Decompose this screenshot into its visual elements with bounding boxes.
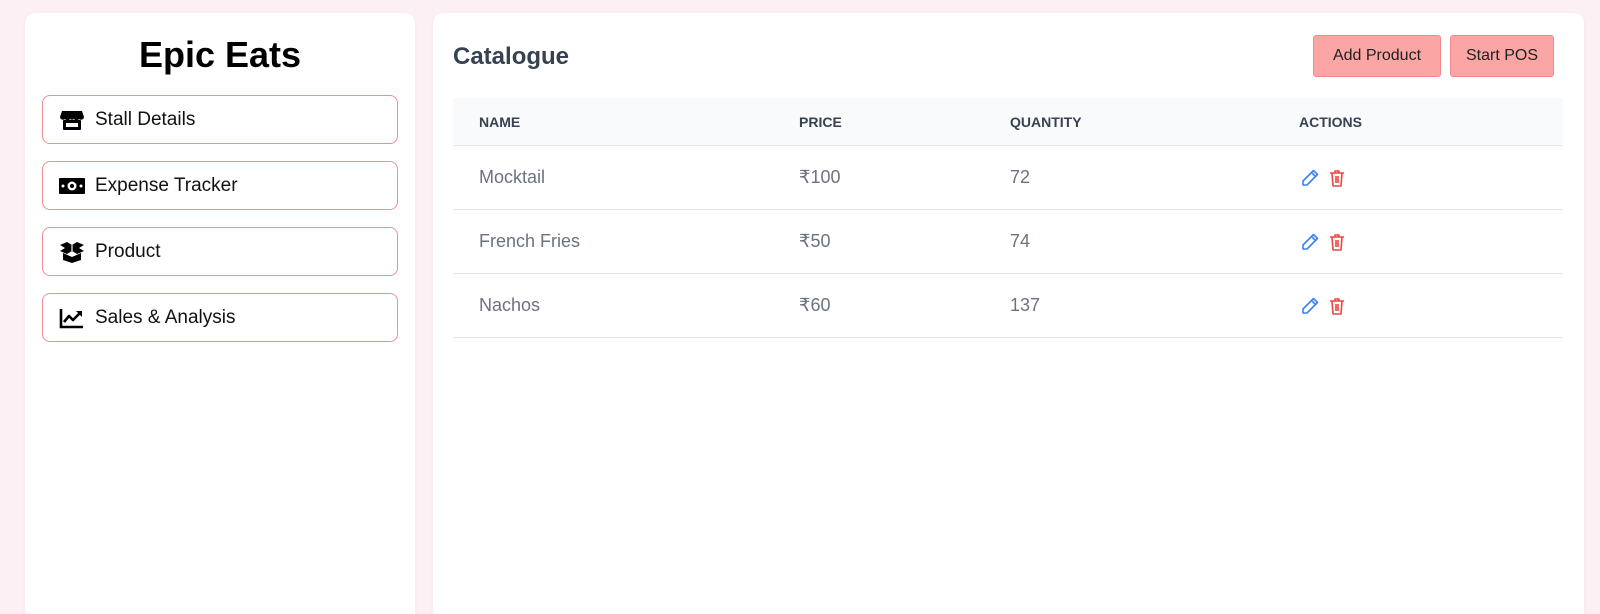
row-actions [1299, 167, 1563, 189]
table-row: French Fries ₹50 74 [453, 210, 1563, 274]
column-header-price: PRICE [799, 113, 842, 130]
main-panel: Catalogue Add Product Start POS NAME PRI… [433, 13, 1584, 614]
product-name: Nachos [479, 295, 541, 315]
edit-pencil-icon[interactable] [1299, 231, 1321, 253]
brand-title: Epic Eats [138, 34, 302, 75]
main-header: Catalogue Add Product Start POS [433, 13, 1584, 98]
delete-trash-icon[interactable] [1326, 167, 1348, 189]
app-root: Epic Eats Stall Details Expense Tracker … [0, 0, 1600, 614]
sidebar-item-label: Expense Tracker [95, 174, 238, 196]
sidebar-item-product[interactable]: Product [42, 227, 398, 276]
column-header-actions: ACTIONS [1299, 113, 1362, 130]
edit-pencil-icon[interactable] [1299, 295, 1321, 317]
product-price: ₹100 [799, 167, 841, 187]
trend-chart-icon [59, 307, 85, 329]
table-header: NAME PRICE QUANTITY ACTIONS [453, 98, 1563, 146]
sidebar-item-expense-tracker[interactable]: Expense Tracker [42, 161, 398, 210]
money-icon [59, 175, 85, 197]
product-price: ₹60 [799, 295, 831, 315]
column-header-name: NAME [479, 113, 521, 130]
product-quantity: 137 [1010, 295, 1041, 315]
catalogue-table: NAME PRICE QUANTITY ACTIONS Mocktail ₹10… [453, 98, 1563, 338]
product-name: Mocktail [479, 167, 546, 187]
sidebar-item-label: Sales & Analysis [95, 306, 236, 328]
delete-trash-icon[interactable] [1326, 231, 1348, 253]
product-price: ₹50 [799, 231, 831, 251]
sidebar-item-label: Product [95, 240, 161, 262]
row-actions [1299, 295, 1563, 317]
row-actions [1299, 231, 1563, 253]
store-icon [59, 109, 85, 131]
sidebar-item-label: Stall Details [95, 108, 196, 130]
edit-pencil-icon[interactable] [1299, 167, 1321, 189]
add-product-button[interactable]: Add Product [1313, 35, 1441, 77]
open-box-icon [59, 241, 85, 263]
sidebar: Epic Eats Stall Details Expense Tracker … [25, 13, 415, 614]
sidebar-nav: Stall Details Expense Tracker Product Sa… [25, 95, 415, 342]
sidebar-item-sales-analysis[interactable]: Sales & Analysis [42, 293, 398, 342]
sidebar-item-stall-details[interactable]: Stall Details [42, 95, 398, 144]
delete-trash-icon[interactable] [1326, 295, 1348, 317]
product-quantity: 74 [1010, 231, 1031, 251]
table-row: Nachos ₹60 137 [453, 274, 1563, 338]
product-name: French Fries [479, 231, 581, 251]
table-row: Mocktail ₹100 72 [453, 146, 1563, 210]
start-pos-button[interactable]: Start POS [1450, 35, 1554, 77]
column-header-quantity: QUANTITY [1010, 113, 1082, 130]
product-quantity: 72 [1010, 167, 1031, 187]
page-title: Catalogue [453, 43, 570, 70]
